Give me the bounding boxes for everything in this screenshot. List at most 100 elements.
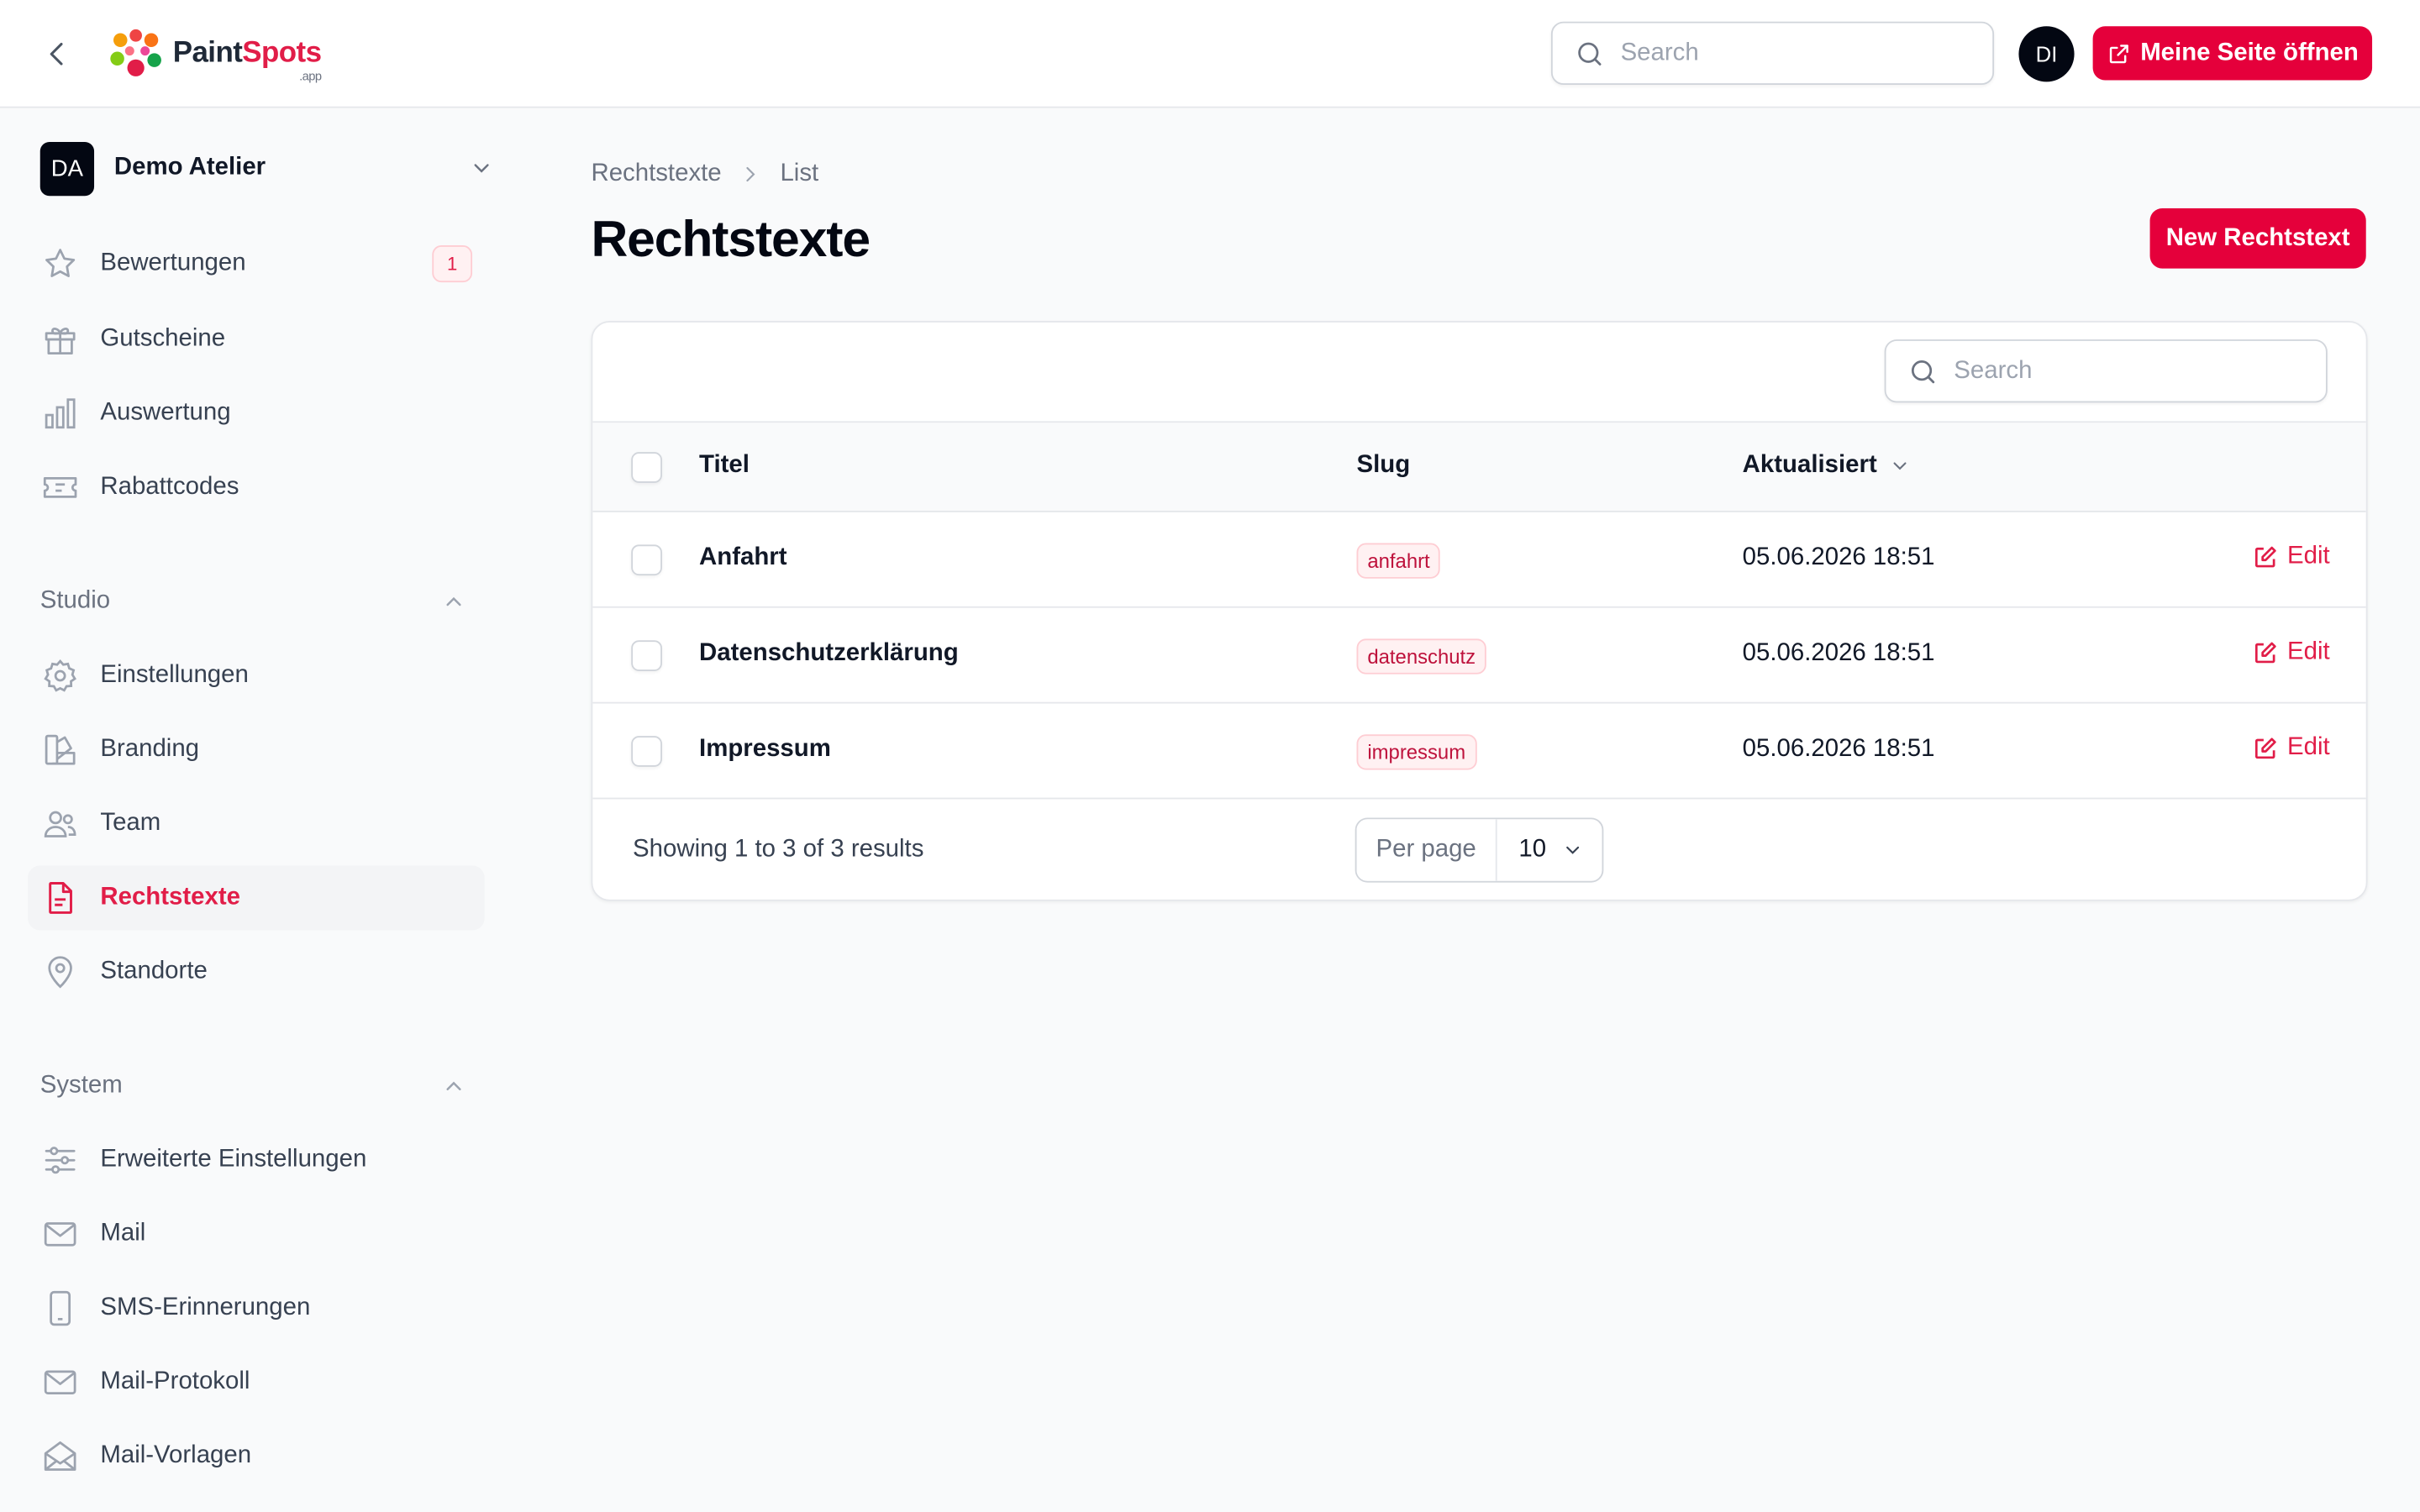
search-icon bbox=[1911, 360, 1935, 383]
edit-label: Edit bbox=[2287, 734, 2330, 761]
row-updated: 05.06.2026 18:51 bbox=[1742, 640, 1935, 667]
chevron-right-icon bbox=[740, 164, 762, 186]
column-header-slug: Slug bbox=[1356, 452, 1411, 479]
envelope-icon bbox=[40, 1215, 81, 1255]
sidebar-item-label: Erweiterte Einstellungen bbox=[100, 1146, 367, 1173]
new-rechtstext-button[interactable]: New Rechtstext bbox=[2149, 207, 2366, 269]
gift-icon bbox=[40, 319, 81, 360]
sidebar-item-rechtstexte[interactable]: Rechtstexte bbox=[28, 865, 485, 931]
sidebar-item-mail-vorlagen[interactable]: Mail-Vorlagen bbox=[28, 1424, 485, 1488]
sidebar-item-label: Mail-Vorlagen bbox=[100, 1442, 252, 1469]
slug-badge: impressum bbox=[1356, 734, 1476, 770]
table-row[interactable]: Anfahrt anfahrt 05.06.2026 18:51 Edit bbox=[592, 512, 2366, 608]
envelope-icon bbox=[40, 1362, 81, 1403]
row-updated: 05.06.2026 18:51 bbox=[1742, 544, 1935, 571]
sidebar-item-auswertung[interactable]: Auswertung bbox=[28, 381, 485, 446]
group-system-toggle[interactable]: System bbox=[40, 1068, 472, 1105]
row-title: Datenschutzerklärung bbox=[699, 640, 959, 667]
sidebar-item-rabattcodes[interactable]: Rabattcodes bbox=[28, 455, 485, 520]
page: PaintSpots.app DI Meine Seite öffnen DA … bbox=[0, 0, 2420, 1512]
users-icon bbox=[40, 804, 81, 844]
results-count: Showing 1 to 3 of 3 results bbox=[633, 836, 924, 863]
per-page-value: 10 bbox=[1518, 836, 1547, 863]
table-row[interactable]: Impressum impressum 05.06.2026 18:51 Edi… bbox=[592, 704, 2366, 800]
sidebar-item-label: Gutscheine bbox=[100, 325, 226, 352]
row-checkbox[interactable] bbox=[631, 544, 662, 576]
count-badge: 1 bbox=[432, 245, 473, 283]
pencil-square-icon bbox=[2254, 738, 2276, 759]
chevron-up-icon bbox=[446, 1081, 461, 1090]
tenant-switcher[interactable]: DA Demo Atelier bbox=[39, 140, 503, 196]
envelope-open-icon bbox=[40, 1436, 81, 1477]
row-checkbox[interactable] bbox=[631, 640, 662, 671]
page-title: Rechtstexte bbox=[591, 209, 871, 267]
global-search[interactable] bbox=[1550, 21, 1995, 86]
chevron-up-icon bbox=[446, 596, 461, 606]
column-header-titel: Titel bbox=[699, 452, 750, 479]
group-studio-toggle[interactable]: Studio bbox=[40, 583, 472, 620]
edit-link[interactable]: Edit bbox=[2254, 543, 2330, 571]
edit-link[interactable]: Edit bbox=[2254, 638, 2330, 666]
table-search[interactable] bbox=[1884, 339, 2328, 403]
edit-link[interactable]: Edit bbox=[2254, 734, 2330, 762]
user-avatar[interactable]: DI bbox=[2018, 26, 2075, 82]
column-header-aktualisiert[interactable]: Aktualisiert bbox=[1743, 452, 1911, 480]
table-toolbar bbox=[592, 323, 2366, 423]
open-site-label: Meine Seite öffnen bbox=[2140, 39, 2359, 66]
chevron-down-icon bbox=[1566, 846, 1580, 854]
breadcrumb: Rechtstexte List bbox=[591, 160, 818, 188]
sidebar-item-team[interactable]: Team bbox=[28, 791, 485, 856]
edit-label: Edit bbox=[2287, 638, 2330, 665]
search-icon bbox=[1578, 41, 1602, 65]
sidebar-item-mail[interactable]: Mail bbox=[28, 1202, 485, 1267]
sidebar-item-standorte[interactable]: Standorte bbox=[28, 940, 485, 1005]
sidebar-item-gutscheine[interactable]: Gutscheine bbox=[28, 307, 485, 372]
sidebar-item-label: Team bbox=[100, 810, 161, 837]
sidebar-item-bewertungen[interactable]: Bewertungen 1 bbox=[28, 232, 485, 297]
sidebar-item-label: Auswertung bbox=[100, 399, 231, 426]
table-row[interactable]: Datenschutzerklärung datenschutz 05.06.2… bbox=[592, 608, 2366, 704]
sidebar-item-einstellungen[interactable]: Einstellungen bbox=[28, 643, 485, 708]
sidebar-item-label: SMS-Erinnerungen bbox=[100, 1294, 311, 1321]
group-label: Studio bbox=[39, 587, 111, 615]
slug-badge: anfahrt bbox=[1356, 543, 1441, 579]
column-header-label: Aktualisiert bbox=[1742, 452, 1877, 479]
sidebar-item-label: Mail-Protokoll bbox=[100, 1368, 250, 1395]
edit-label: Edit bbox=[2287, 543, 2330, 570]
map-pin-icon bbox=[40, 952, 81, 992]
slug-badge: datenschutz bbox=[1356, 638, 1486, 675]
table-search-input[interactable] bbox=[1954, 357, 2294, 386]
document-text-icon bbox=[40, 878, 81, 918]
row-title: Anfahrt bbox=[699, 544, 787, 571]
star-icon bbox=[40, 244, 81, 284]
sidebar: DA Demo Atelier Bewertungen 1 Gutscheine… bbox=[0, 109, 524, 1512]
table-header: Titel Slug Aktualisiert bbox=[592, 423, 2366, 512]
open-site-button[interactable]: Meine Seite öffnen bbox=[2092, 26, 2373, 81]
sidebar-item-label: Einstellungen bbox=[100, 661, 249, 689]
sidebar-item-sms-erinnerungen[interactable]: SMS-Erinnerungen bbox=[28, 1276, 485, 1341]
row-title: Impressum bbox=[699, 736, 831, 763]
pencil-square-icon bbox=[2254, 546, 2276, 568]
sidebar-item-branding[interactable]: Branding bbox=[28, 717, 485, 782]
pencil-square-icon bbox=[2254, 642, 2276, 664]
row-updated: 05.06.2026 18:51 bbox=[1742, 736, 1935, 763]
sidebar-item-label: Branding bbox=[100, 736, 200, 763]
table-footer: Showing 1 to 3 of 3 results Per page 10 bbox=[592, 799, 2365, 899]
chevron-down-icon bbox=[1893, 462, 1907, 470]
group-label: System bbox=[39, 1072, 123, 1099]
row-checkbox[interactable] bbox=[631, 736, 662, 767]
sidebar-item-erweiterte-einstellungen[interactable]: Erweiterte Einstellungen bbox=[28, 1128, 485, 1193]
sidebar-item-mail-protokoll[interactable]: Mail-Protokoll bbox=[28, 1350, 485, 1415]
back-button[interactable] bbox=[37, 34, 77, 74]
tenant-avatar: DA bbox=[39, 141, 95, 196]
per-page-select[interactable]: 10 bbox=[1497, 819, 1602, 880]
breadcrumb-item-rechtstexte[interactable]: Rechtstexte bbox=[591, 160, 721, 188]
tenant-name: Demo Atelier bbox=[113, 154, 266, 181]
select-all-checkbox[interactable] bbox=[631, 452, 662, 483]
logo[interactable]: PaintSpots .app bbox=[108, 24, 322, 83]
sidebar-item-label: Standorte bbox=[100, 958, 208, 984]
adjustments-icon bbox=[40, 1140, 81, 1180]
sidebar-item-label: Bewertungen bbox=[100, 249, 246, 276]
device-phone-icon bbox=[40, 1289, 81, 1329]
global-search-input[interactable] bbox=[1620, 39, 1960, 67]
